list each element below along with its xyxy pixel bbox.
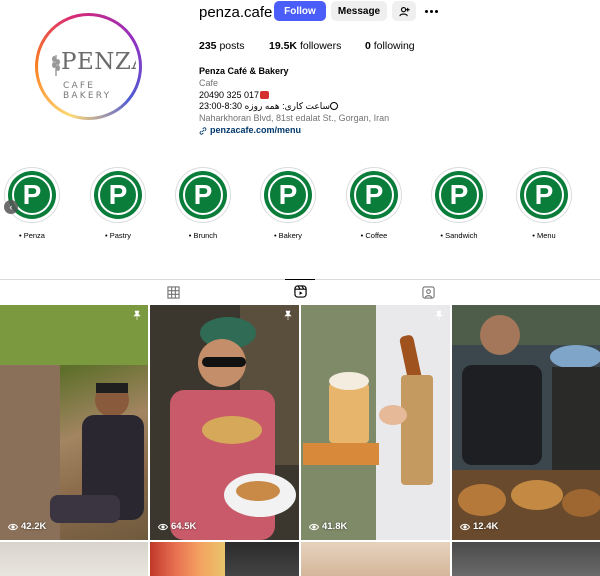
highlight-pastry[interactable]: P • Pastry [88, 167, 148, 240]
highlight-letter: P [278, 179, 298, 210]
follow-button[interactable]: Follow [274, 1, 326, 21]
highlight-letter: P [449, 179, 469, 210]
reel-views-count: 64.5K [171, 521, 197, 532]
add-person-icon [398, 6, 410, 16]
penza-logo: PENZA CAFE BAKERY [41, 19, 136, 114]
reel-tile[interactable]: 42.2K [0, 305, 148, 540]
posts-count[interactable]: 235 posts [199, 40, 245, 52]
story-highlights: P • Penza P • Pastry P • Brunch P • Bake… [0, 167, 600, 247]
play-count-icon [8, 523, 18, 530]
bio-link-text: penzacafe.com/menu [210, 124, 302, 135]
tab-reels[interactable] [285, 279, 315, 303]
highlight-bakery[interactable]: P • Bakery [258, 167, 318, 240]
play-count-icon [460, 523, 470, 530]
bio-category: Cafe [199, 77, 219, 88]
play-count-icon [158, 523, 168, 530]
reel-thumbnail [0, 305, 148, 540]
profile-tabs [0, 279, 600, 305]
followers-count[interactable]: 19.5K followers [269, 40, 341, 52]
highlight-cover: P [260, 167, 316, 223]
bio-phone: 20490 325 017 [199, 89, 260, 100]
tab-posts[interactable] [158, 280, 188, 304]
profile-username: penza.cafe [199, 4, 273, 21]
highlight-letter: P [22, 179, 42, 210]
bio-hours: ساعت کاری: همه روزه 8:30-23:00 [199, 101, 331, 112]
reels-icon [293, 285, 307, 298]
tagged-icon [421, 285, 435, 299]
reel-views: 42.2K [8, 521, 46, 532]
bio-link[interactable]: penzacafe.com/menu [199, 125, 389, 137]
highlight-label: • Coffee [360, 231, 388, 240]
highlight-letter: P [364, 179, 384, 210]
pinned-icon [133, 310, 141, 320]
telephone-icon [260, 90, 270, 99]
logo-word: PENZA [61, 49, 136, 75]
reel-views-count: 41.8K [322, 521, 348, 532]
scroll-left-arrow-icon[interactable]: ‹ [4, 200, 18, 214]
tab-tagged[interactable] [413, 280, 443, 304]
highlight-label: • Brunch [188, 231, 218, 240]
avatar-inner: PENZA CAFE BAKERY [38, 16, 139, 117]
reel-tile[interactable]: 12.4K [452, 305, 600, 540]
reel-views-count: 42.2K [21, 521, 47, 532]
highlight-letter: P [193, 179, 213, 210]
reel-tile[interactable] [225, 542, 299, 576]
more-options-icon[interactable] [422, 2, 440, 20]
reel-tile[interactable] [0, 542, 148, 576]
reel-thumbnail [150, 305, 299, 540]
pinned-icon [284, 310, 292, 320]
highlight-label: • Pastry [105, 231, 131, 240]
highlight-sandwich[interactable]: P • Sandwich [429, 167, 489, 240]
reel-tile[interactable] [150, 542, 225, 576]
grid-icon [166, 285, 180, 299]
play-count-icon [309, 523, 319, 530]
highlight-cover: P [431, 167, 487, 223]
reel-tile[interactable]: 41.8K [301, 305, 450, 540]
reel-tile[interactable]: 64.5K [150, 305, 299, 540]
pinned-icon [435, 310, 443, 320]
reel-thumbnail [452, 305, 600, 540]
highlight-label: • Sandwich [440, 231, 478, 240]
highlight-label: • Bakery [273, 231, 303, 240]
reel-views: 64.5K [158, 521, 196, 532]
link-icon [199, 127, 207, 135]
reel-thumbnail [301, 305, 450, 540]
highlight-label: • Penza [19, 231, 45, 240]
highlight-letter: P [534, 179, 554, 210]
highlight-menu[interactable]: P • Menu [514, 167, 574, 240]
following-count[interactable]: 0 following [365, 40, 415, 52]
clock-icon [330, 102, 339, 111]
highlight-cover: P [175, 167, 231, 223]
reel-views: 12.4K [460, 521, 498, 532]
highlight-coffee[interactable]: P • Coffee [344, 167, 404, 240]
bio-hours-line: ساعت کاری: همه روزه 8:30-23:00 [199, 101, 389, 113]
bio-name: Penza Café & Bakery [199, 66, 289, 76]
highlight-brunch[interactable]: P • Brunch [173, 167, 233, 240]
bio-address: Naharkhoran Blvd, 81st edalat St., Gorga… [199, 113, 390, 124]
profile-bio: Penza Café & Bakery Cafe 20490 325 017 س… [199, 66, 389, 137]
suggest-users-button[interactable] [392, 1, 416, 21]
highlight-cover: P [346, 167, 402, 223]
highlight-cover: P [516, 167, 572, 223]
reel-views: 41.8K [309, 521, 347, 532]
reel-tile[interactable] [452, 542, 600, 576]
highlight-letter: P [108, 179, 128, 210]
message-button[interactable]: Message [331, 1, 387, 21]
reel-tile[interactable] [301, 542, 450, 576]
logo-subtitle: CAFE BAKERY [63, 81, 112, 101]
highlight-cover: P [4, 167, 60, 223]
highlight-label: • Menu [532, 231, 556, 240]
profile-avatar[interactable]: PENZA CAFE BAKERY [35, 13, 142, 120]
bio-phone-line: 20490 325 017 [199, 90, 389, 102]
highlight-cover: P [90, 167, 146, 223]
reel-views-count: 12.4K [473, 521, 499, 532]
reels-grid: 42.2K 64.5K 41.8K 12.4K [0, 305, 600, 576]
